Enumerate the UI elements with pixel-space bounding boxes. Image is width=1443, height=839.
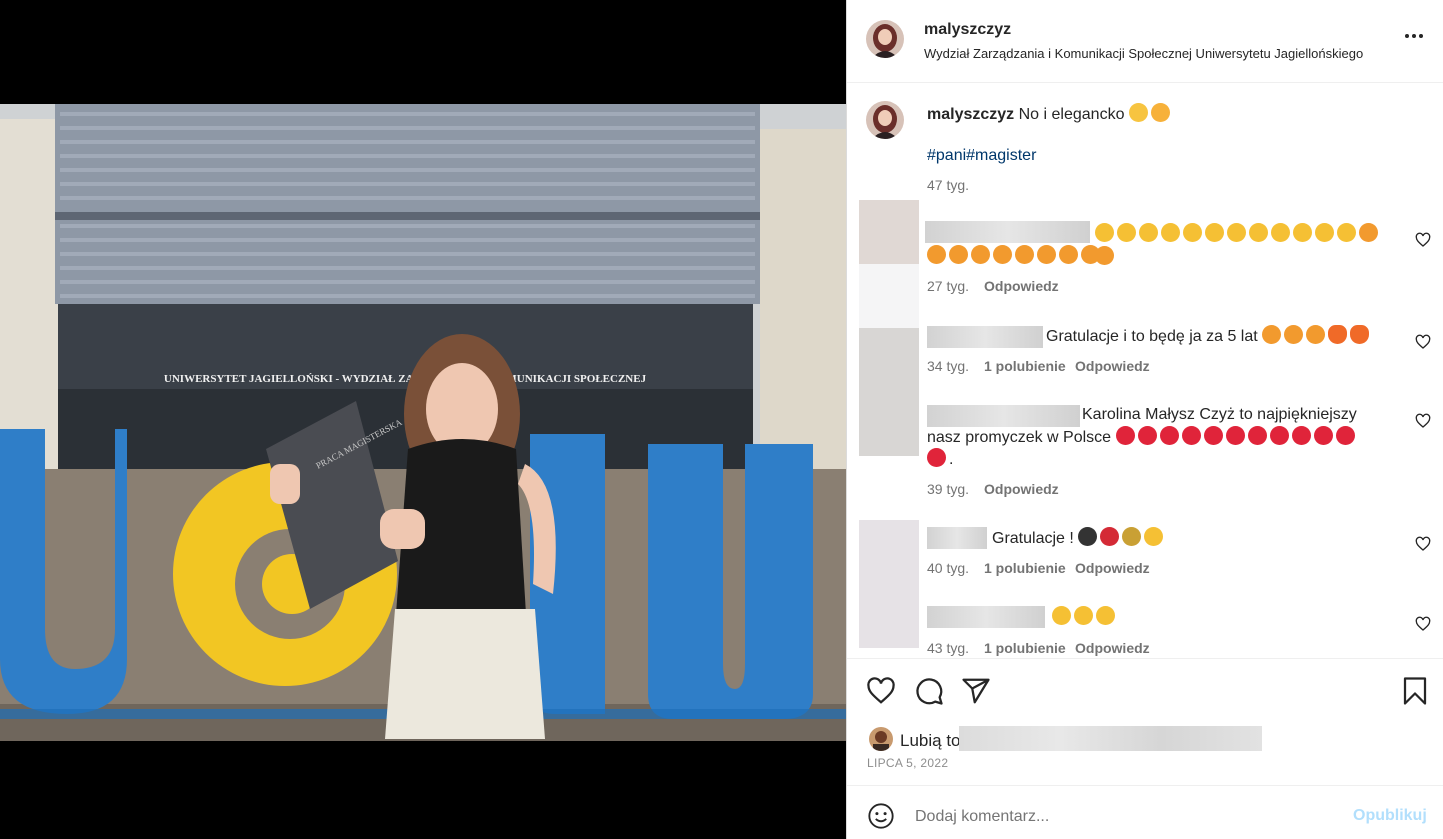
post-actions: Lubią to LIPCA 5, 2022 (847, 658, 1443, 786)
comment-time: 34 tyg. (927, 358, 970, 374)
post-header: malyszczyz Wydział Zarządzania i Komunik… (847, 0, 1443, 83)
location-link[interactable]: Wydział Zarządzania i Komunikacji Społec… (924, 46, 1363, 61)
more-options-icon[interactable] (1402, 24, 1426, 48)
save-bookmark-icon[interactable] (1400, 676, 1430, 706)
comment-avatar[interactable] (859, 520, 919, 648)
comment-avatar (859, 264, 919, 328)
comment-time: 27 tyg. (927, 278, 970, 294)
comment-avatar[interactable] (859, 200, 919, 264)
like-comment-heart-icon[interactable] (1415, 413, 1431, 429)
post-photo[interactable]: UNIWERSYTET JAGIELLOŃSKI - WYDZIAŁ ZARZĄ… (0, 104, 846, 741)
hashtags[interactable]: #pani#magister (927, 145, 1036, 167)
comment-likes[interactable]: 1 polubienie (984, 640, 1066, 656)
building-banner: UNIWERSYTET JAGIELLOŃSKI - WYDZIAŁ ZARZĄ… (164, 373, 647, 385)
blurred-username (927, 606, 1045, 628)
like-comment-heart-icon[interactable] (1415, 616, 1431, 632)
caption-username[interactable]: malyszczyz (927, 106, 1014, 123)
reply-button[interactable]: Odpowiedz (984, 278, 1059, 294)
comment-input[interactable] (913, 803, 1333, 831)
blurred-username (925, 221, 1090, 243)
comment-time: 40 tyg. (927, 560, 970, 576)
caption: malyszczyz No i elegancko (927, 103, 1173, 126)
add-comment-bar: Opublikuj (847, 786, 1443, 839)
reply-button[interactable]: Odpowiedz (1075, 358, 1150, 374)
comment-icon[interactable] (914, 676, 944, 706)
share-icon[interactable] (961, 676, 991, 706)
caption-avatar[interactable] (866, 101, 904, 139)
like-heart-icon[interactable] (866, 676, 896, 706)
emoji-picker-icon[interactable] (867, 802, 895, 830)
publish-button[interactable]: Opublikuj (1353, 807, 1427, 825)
smiling-hearts-emoji-icon (1150, 103, 1170, 122)
blurred-username (927, 326, 1043, 348)
comment-text-line2: nasz promyczek w Polsce (927, 426, 1358, 449)
post-date[interactable]: LIPCA 5, 2022 (867, 756, 948, 770)
comment-emojis-2 (927, 245, 1103, 268)
blurred-likers (959, 726, 1262, 751)
comment-avatar[interactable] (859, 328, 919, 456)
comment-time: 43 tyg. (927, 640, 970, 656)
comment-text: Karolina Małysz Czyż to najpiękniejszy (1082, 406, 1357, 423)
avatar[interactable] (866, 20, 904, 58)
reply-button[interactable]: Odpowiedz (1075, 640, 1150, 656)
post-sidebar: malyszczyz Wydział Zarządzania i Komunik… (846, 0, 1443, 839)
blurred-username (927, 527, 987, 549)
post-media[interactable]: UNIWERSYTET JAGIELLOŃSKI - WYDZIAŁ ZARZĄ… (0, 0, 846, 839)
caption-time: 47 tyg. (927, 177, 970, 193)
blurred-username (927, 405, 1080, 427)
reply-button[interactable]: Odpowiedz (1075, 560, 1150, 576)
comment-likes[interactable]: 1 polubienie (984, 560, 1066, 576)
comment-text: Gratulacje i to będę ja za 5 lat (1046, 325, 1372, 348)
comment-text: Gratulacje ! (992, 527, 1166, 550)
likes-summary[interactable]: Lubią to (900, 731, 961, 751)
comment-emojis (1095, 223, 1395, 269)
like-comment-heart-icon[interactable] (1415, 536, 1431, 552)
comment-likes[interactable]: 1 polubienie (984, 358, 1066, 374)
liker-avatar[interactable] (869, 727, 893, 751)
comment-emojis (1052, 606, 1118, 629)
grin-emoji-icon (1128, 103, 1148, 122)
comments-list[interactable]: malyszczyz No i elegancko #pani#magister… (847, 84, 1443, 658)
comment-text-line3: . (927, 448, 953, 471)
reply-button[interactable]: Odpowiedz (984, 481, 1059, 497)
comment-time: 39 tyg. (927, 481, 970, 497)
like-comment-heart-icon[interactable] (1415, 334, 1431, 350)
like-comment-heart-icon[interactable] (1415, 232, 1431, 248)
caption-text: No i elegancko (1018, 106, 1125, 123)
header-username[interactable]: malyszczyz (924, 21, 1011, 39)
